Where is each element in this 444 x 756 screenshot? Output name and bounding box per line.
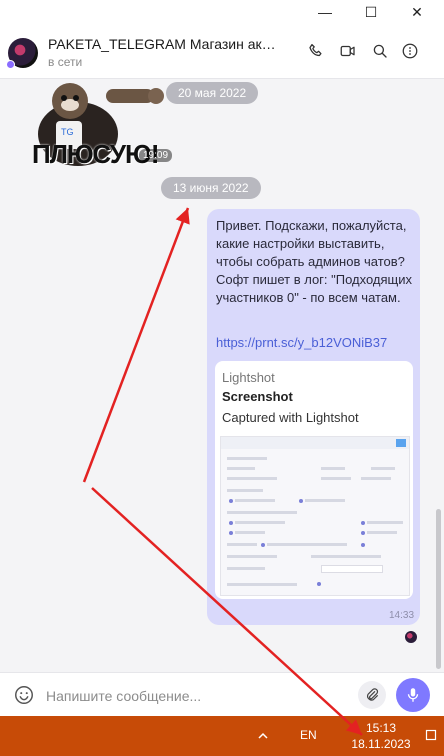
online-indicator — [6, 60, 15, 69]
attach-button[interactable] — [358, 681, 386, 709]
taskbar-clock[interactable]: 15:13 18.11.2023 — [346, 720, 416, 752]
emoji-icon[interactable] — [12, 683, 36, 707]
message-link[interactable]: https://prnt.sc/y_b12VONiB37 — [216, 335, 387, 350]
maximize-button[interactable]: ☐ — [348, 0, 394, 24]
clock-date: 18.11.2023 — [351, 737, 411, 751]
link-preview-description: Captured with Lightshot — [222, 410, 359, 425]
svg-text:TG: TG — [61, 127, 74, 137]
message-time: 14:33 — [389, 610, 415, 621]
voice-record-button[interactable] — [396, 678, 430, 712]
minimize-button[interactable]: — — [302, 0, 348, 24]
chat-area[interactable]: TG ПЛЮСУЮ! 19:09 20 мая 2022 13 июня 202… — [0, 79, 444, 672]
message-text: Привет. Подскажи, пожалуйста, какие наст… — [216, 218, 413, 305]
link-preview-screenshot-image[interactable] — [220, 436, 410, 596]
phone-icon[interactable] — [305, 40, 327, 62]
chat-scrollbar[interactable] — [436, 509, 441, 669]
paperclip-icon — [367, 688, 379, 701]
language-indicator[interactable]: EN — [300, 728, 317, 742]
notification-icon[interactable] — [424, 728, 438, 742]
chat-title[interactable]: PAKETA_TELEGRAM Магазин аккаунтов — [48, 36, 280, 52]
clock-time: 15:13 — [365, 721, 397, 735]
message-composer — [0, 672, 444, 717]
window-titlebar: — ☐ ✕ — [0, 0, 444, 24]
link-preview-title: Screenshot — [222, 389, 293, 404]
chevron-up-icon[interactable] — [255, 728, 271, 744]
more-vertical-icon[interactable] — [399, 40, 421, 62]
read-receipt-avatar — [405, 631, 417, 643]
date-separator: 13 июня 2022 — [161, 177, 261, 199]
microphone-icon — [407, 688, 419, 702]
windows-taskbar: EN 15:13 18.11.2023 — [0, 716, 444, 756]
date-separator: 20 мая 2022 — [166, 82, 259, 104]
sticker-time: 19:09 — [139, 149, 173, 162]
close-button[interactable]: ✕ — [394, 0, 440, 24]
link-preview-site: Lightshot — [222, 370, 275, 385]
message-input[interactable] — [44, 683, 348, 709]
chat-status: в сети — [48, 55, 83, 69]
search-icon[interactable] — [369, 40, 391, 62]
video-camera-icon[interactable] — [337, 40, 359, 62]
chat-header: PAKETA_TELEGRAM Магазин аккаунтов в сети — [0, 24, 444, 79]
